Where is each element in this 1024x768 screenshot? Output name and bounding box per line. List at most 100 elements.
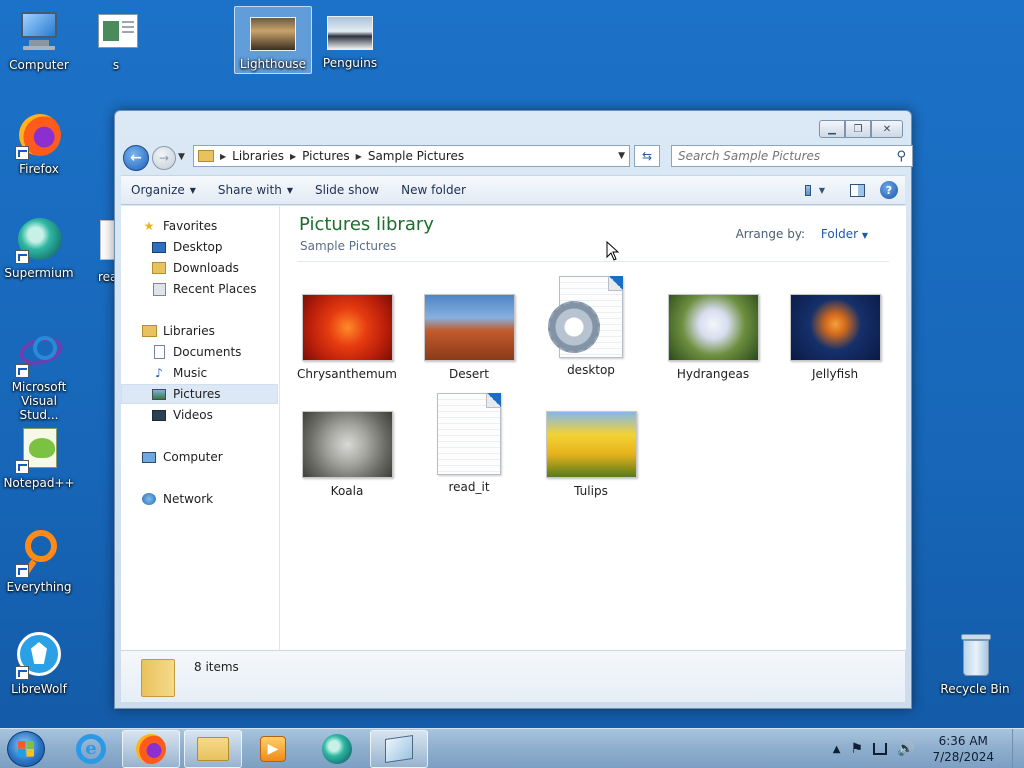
- cursor-arrow-icon: [606, 240, 620, 261]
- desktop-icon-penguins[interactable]: Penguins: [312, 10, 388, 70]
- network-icon: [141, 492, 157, 506]
- volume-icon[interactable]: 🔊: [897, 741, 914, 757]
- chevron-right-icon[interactable]: ▶: [356, 152, 362, 161]
- show-hidden-icons-icon[interactable]: ▲: [833, 744, 841, 755]
- new-folder-button[interactable]: New folder: [401, 183, 466, 197]
- close-icon: ✕: [882, 123, 892, 135]
- desktop-icon-recycle-bin[interactable]: Recycle Bin: [937, 632, 1013, 696]
- search-icon[interactable]: ⚲: [896, 149, 906, 164]
- nav-item-computer[interactable]: Computer: [121, 447, 278, 467]
- recent-pages-button[interactable]: ▼: [178, 152, 185, 162]
- nav-item-music[interactable]: ♪ Music: [121, 363, 278, 383]
- chevron-down-icon: ▼: [189, 185, 196, 195]
- clock[interactable]: 6:36 AM 7/28/2024: [932, 733, 994, 765]
- share-with-button[interactable]: Share with ▼: [218, 183, 293, 197]
- slide-show-button[interactable]: Slide show: [315, 183, 379, 197]
- file-item-read-it[interactable]: read_it: [419, 393, 519, 494]
- back-arrow-icon: ←: [130, 150, 142, 166]
- forward-arrow-icon: →: [158, 151, 170, 165]
- file-item-chrysanthemum[interactable]: Chrysanthemum: [297, 294, 397, 381]
- taskbar-generic-window[interactable]: [370, 730, 428, 768]
- address-dropdown-icon[interactable]: ▼: [618, 151, 625, 161]
- jellyfish-thumbnail: [789, 294, 881, 361]
- nav-item-pictures[interactable]: Pictures: [121, 384, 278, 404]
- folder-icon: [197, 737, 229, 761]
- nav-label: Videos: [173, 408, 213, 422]
- nav-item-videos[interactable]: Videos: [121, 405, 278, 425]
- search-box[interactable]: ⚲: [671, 145, 913, 167]
- breadcrumb-sample-pictures[interactable]: Sample Pictures: [368, 149, 464, 163]
- preview-pane-button[interactable]: [847, 180, 867, 200]
- show-desktop-button[interactable]: [1012, 729, 1024, 768]
- search-input[interactable]: [678, 149, 888, 163]
- item-count: 8 items: [194, 660, 239, 674]
- back-button[interactable]: ←: [123, 145, 149, 171]
- desktop-icon-rea[interactable]: rea: [80, 220, 114, 284]
- start-button[interactable]: [7, 731, 45, 767]
- nav-item-documents[interactable]: Documents: [121, 342, 278, 362]
- nav-item-downloads[interactable]: Downloads: [121, 258, 278, 278]
- action-center-flag-icon[interactable]: ⚑: [850, 741, 863, 757]
- nav-label: Downloads: [173, 261, 239, 275]
- file-item-koala[interactable]: Koala: [297, 411, 397, 498]
- firefox-icon: [136, 734, 166, 764]
- desktop-icon-computer[interactable]: Computer: [1, 8, 77, 72]
- supermium-icon: [15, 216, 63, 264]
- koala-thumbnail: [301, 411, 393, 478]
- shortcut-arrow-icon: [15, 146, 29, 160]
- nav-item-recent-places[interactable]: Recent Places: [121, 279, 278, 299]
- taskbar-internet-explorer[interactable]: e: [62, 730, 120, 768]
- breadcrumb-libraries[interactable]: Libraries: [232, 149, 284, 163]
- arrange-by: Arrange by: Folder ▼: [736, 227, 868, 241]
- navigation-pane: ★ Favorites Desktop Downloads Recent Pla…: [121, 206, 280, 650]
- settings-file-icon: [548, 276, 623, 358]
- nav-item-favorites[interactable]: ★ Favorites: [121, 216, 278, 236]
- desktop-icon-firefox[interactable]: Firefox: [1, 112, 77, 176]
- nav-item-network[interactable]: Network: [121, 489, 278, 509]
- preview-pane-icon: [849, 183, 865, 197]
- chevron-right-icon[interactable]: ▶: [290, 152, 296, 161]
- maximize-button[interactable]: ❐: [845, 120, 871, 138]
- help-button[interactable]: ?: [879, 180, 899, 200]
- desktop-icon-s[interactable]: s: [78, 8, 154, 72]
- taskbar-supermium[interactable]: [308, 730, 366, 768]
- refresh-button[interactable]: ⇆: [634, 145, 660, 167]
- minimize-button[interactable]: ▁: [819, 120, 845, 138]
- file-item-desert[interactable]: Desert: [419, 294, 519, 381]
- nav-item-libraries[interactable]: Libraries: [121, 321, 278, 341]
- nav-label: Recent Places: [173, 282, 257, 296]
- nav-label: Computer: [163, 450, 223, 464]
- music-icon: ♪: [155, 366, 163, 380]
- file-item-desktop[interactable]: desktop: [541, 276, 641, 377]
- taskbar-windows-explorer[interactable]: [184, 730, 242, 768]
- desktop-icon-supermium[interactable]: Supermium: [1, 216, 77, 280]
- file-name: Tulips: [574, 484, 608, 498]
- address-bar[interactable]: ▶ Libraries ▶ Pictures ▶ Sample Pictures…: [193, 145, 630, 167]
- close-button[interactable]: ✕: [871, 120, 903, 138]
- taskbar-media-player[interactable]: ▶: [244, 730, 302, 768]
- nav-label: Pictures: [173, 387, 221, 401]
- desktop-icon-lighthouse[interactable]: Lighthouse: [234, 6, 312, 74]
- arrange-by-dropdown[interactable]: Folder ▼: [821, 227, 868, 241]
- desktop-icon-librewolf[interactable]: LibreWolf: [1, 632, 77, 696]
- nav-label: Music: [173, 366, 208, 380]
- desktop-icon-everything[interactable]: Everything: [1, 530, 77, 594]
- desktop-icon-notepadpp[interactable]: Notepad++: [1, 426, 77, 490]
- address-row: ← → ▼ ▶ Libraries ▶ Pictures ▶ Sample Pi…: [123, 143, 913, 171]
- file-item-hydrangeas[interactable]: Hydrangeas: [663, 294, 763, 381]
- forward-button[interactable]: →: [152, 146, 176, 170]
- taskbar-firefox[interactable]: [122, 730, 180, 768]
- file-item-tulips[interactable]: Tulips: [541, 411, 641, 498]
- file-item-jellyfish[interactable]: Jellyfish: [785, 294, 885, 381]
- desktop-icon-label: LibreWolf: [11, 682, 67, 696]
- desktop-icon-label: Recycle Bin: [940, 682, 1010, 696]
- file-name: read_it: [448, 480, 490, 494]
- change-view-button[interactable]: ▼: [805, 180, 825, 200]
- file-name: Koala: [330, 484, 364, 498]
- breadcrumb-pictures[interactable]: Pictures: [302, 149, 350, 163]
- shortcut-arrow-icon: [15, 250, 29, 264]
- nav-item-desktop[interactable]: Desktop: [121, 237, 278, 257]
- network-status-icon[interactable]: [873, 743, 888, 755]
- organize-button[interactable]: Organize ▼: [131, 183, 196, 197]
- desktop-icon-visual-studio[interactable]: Microsoft Visual Stud...: [1, 330, 77, 422]
